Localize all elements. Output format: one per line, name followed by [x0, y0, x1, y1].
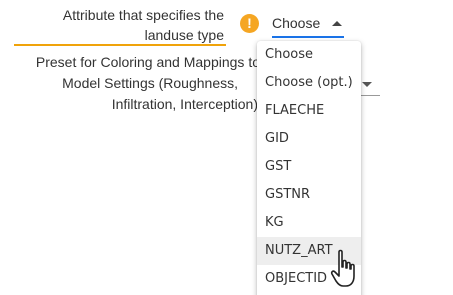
preset-label-line3: Infiltration, Interception): [111, 96, 258, 112]
landuse-attribute-label: Attribute that specifies the landuse typ…: [0, 5, 224, 45]
chevron-down-icon: [362, 82, 372, 87]
preset-label-line1: Preset for Coloring and Mappings to: [35, 54, 260, 70]
dropdown-option-gstnr[interactable]: GSTNR: [257, 181, 361, 209]
landuse-select-value: Choose: [272, 15, 321, 31]
form-panel: Attribute that specifies the landuse typ…: [0, 0, 453, 295]
landuse-label-line2: landuse type: [144, 27, 224, 43]
exclamation-icon: !: [240, 14, 259, 33]
dropdown-option-gid[interactable]: GID: [257, 125, 361, 153]
landuse-label-line1: Attribute that specifies the: [62, 7, 224, 23]
dropdown-option-kg[interactable]: KG: [257, 209, 361, 237]
chevron-up-icon: [332, 21, 342, 26]
dropdown-option-choose[interactable]: Choose: [257, 41, 361, 69]
landuse-attribute-select[interactable]: Choose: [272, 12, 344, 38]
preset-label-line2: Model Settings (Roughness,: [62, 75, 238, 91]
dropdown-option-flaeche[interactable]: FLAECHE: [257, 97, 361, 125]
hand-pointer-icon: [330, 249, 355, 287]
dropdown-option-gst[interactable]: GST: [257, 153, 361, 181]
dropdown-option-choose-opt[interactable]: Choose (opt.): [257, 69, 361, 97]
preset-label: Preset for Coloring and Mappings to Mode…: [0, 52, 260, 115]
label-highlight-underline: [14, 44, 226, 46]
